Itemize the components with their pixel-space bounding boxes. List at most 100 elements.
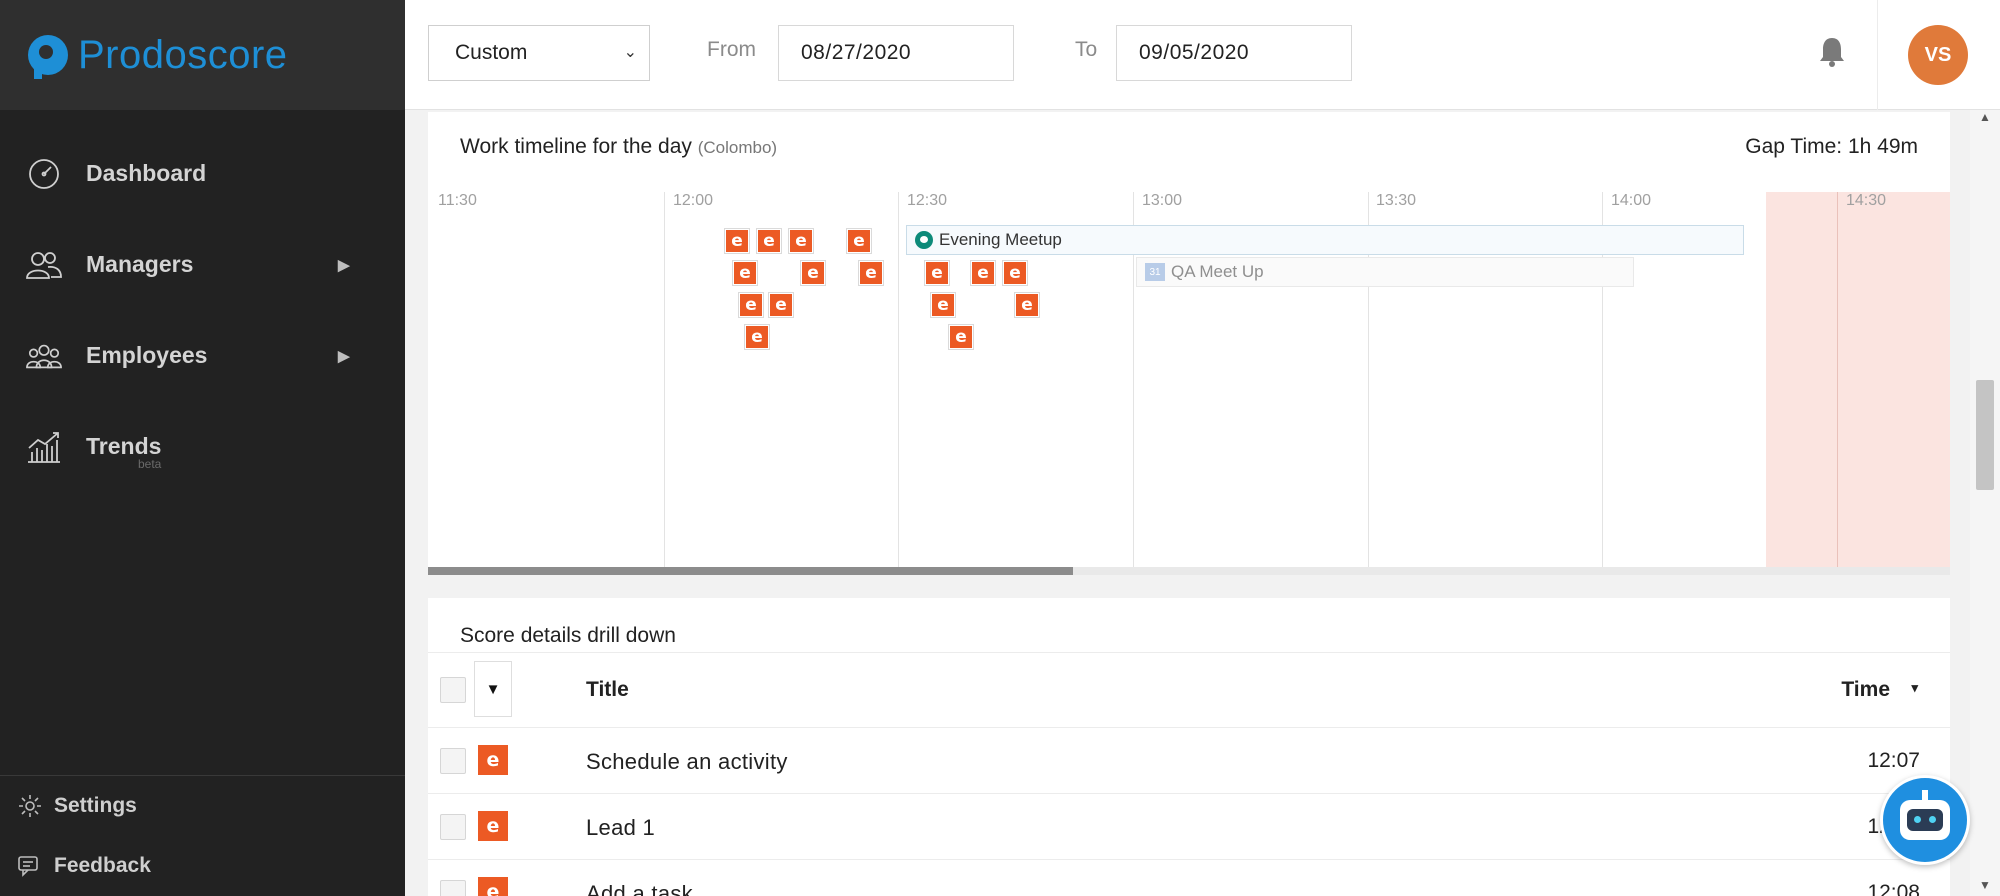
activity-app-icon: e <box>726 230 748 252</box>
sidebar-item-trends[interactable]: Trends beta <box>0 401 405 492</box>
row-checkbox[interactable] <box>440 748 466 774</box>
hour-label: 14:30 <box>1846 192 1887 209</box>
table-header: ▼ Title Time ▾ <box>428 652 1950 728</box>
sidebar-bottom: Settings Feedback <box>0 775 405 896</box>
sidebar-item-label: Dashboard <box>86 160 207 186</box>
avatar[interactable]: VS <box>1908 25 1968 85</box>
timeline-activity-icon[interactable]: e <box>788 228 814 254</box>
table-row[interactable]: e Schedule an activity 12:07 <box>428 729 1950 794</box>
logo[interactable]: Prodoscore <box>0 0 405 110</box>
timeline-title: Work timeline for the day (Colombo) <box>460 135 778 158</box>
timeline-activity-icon[interactable]: e <box>858 260 884 286</box>
activity-app-icon: e <box>950 326 972 348</box>
bulk-action-dropdown[interactable]: ▼ <box>474 661 512 717</box>
caret-down-icon: ▼ <box>485 680 501 698</box>
row-time: 12:08 <box>1867 881 1920 896</box>
feedback-link[interactable]: Feedback <box>0 836 405 896</box>
sidebar-item-dashboard[interactable]: Dashboard <box>0 128 405 219</box>
chevron-right-icon: ▶ <box>338 347 350 365</box>
drilldown-title: Score details drill down <box>460 624 676 647</box>
off-hours-zone <box>1766 192 1950 567</box>
column-title[interactable]: Title <box>586 678 629 702</box>
scrollbar-thumb[interactable] <box>428 567 1073 575</box>
timeline-activity-icon[interactable]: e <box>744 324 770 350</box>
timeline-activity-icon[interactable]: e <box>930 292 956 318</box>
chevron-down-icon: ⌄ <box>623 44 637 61</box>
hour-label: 11:30 <box>438 192 477 209</box>
gridline <box>898 192 899 567</box>
calendar-icon: 31 <box>1145 263 1165 281</box>
timeline-activity-icon[interactable]: e <box>1002 260 1028 286</box>
off-hours-gridline <box>1837 192 1838 567</box>
to-date-input[interactable]: 09/05/2020 <box>1116 25 1352 81</box>
trends-icon <box>26 429 62 465</box>
gear-icon <box>19 795 41 817</box>
topbar-divider <box>1877 0 1878 110</box>
chatbot-button[interactable] <box>1880 775 1970 865</box>
activity-app-icon: e <box>478 745 508 775</box>
row-title: Lead 1 <box>586 815 656 840</box>
row-checkbox[interactable] <box>440 814 466 840</box>
meeting-qa-meet-up[interactable]: 31 QA Meet Up <box>1136 257 1634 287</box>
table-row[interactable]: e Add a task 12:08 <box>428 861 1950 896</box>
timeline-activity-icon[interactable]: e <box>846 228 872 254</box>
row-checkbox[interactable] <box>440 880 466 896</box>
activity-app-icon: e <box>932 294 954 316</box>
sidebar-item-employees[interactable]: Employees ▶ <box>0 310 405 401</box>
sort-desc-icon[interactable]: ▾ <box>1911 680 1918 696</box>
timeline-activity-icon[interactable]: e <box>970 260 996 286</box>
activity-app-icon: e <box>972 262 994 284</box>
sidebar-item-managers[interactable]: Managers ▶ <box>0 219 405 310</box>
select-all-checkbox[interactable] <box>440 677 466 703</box>
timeline-activity-icon[interactable]: e <box>948 324 974 350</box>
timeline-activity-icon[interactable]: e <box>924 260 950 286</box>
settings-link[interactable]: Settings <box>0 776 405 836</box>
activity-app-icon: e <box>860 262 882 284</box>
timeline-activity-icon[interactable]: e <box>756 228 782 254</box>
hour-label: 13:00 <box>1142 192 1183 209</box>
column-time[interactable]: Time <box>1841 678 1890 702</box>
hour-label: 13:30 <box>1376 192 1417 209</box>
employees-icon <box>26 338 62 374</box>
robot-icon <box>1900 790 1950 840</box>
activity-app-icon: e <box>802 262 824 284</box>
timeline-horizontal-scrollbar[interactable] <box>428 567 1950 575</box>
bell-icon[interactable] <box>1817 35 1847 74</box>
date-range-select[interactable]: Custom ⌄ <box>428 25 650 81</box>
activity-app-icon: e <box>790 230 812 252</box>
gridline <box>664 192 665 567</box>
timeline-activity-icon[interactable]: e <box>732 260 758 286</box>
activity-app-icon: e <box>758 230 780 252</box>
hour-label: 12:30 <box>907 192 948 209</box>
topbar: Custom ⌄ From 08/27/2020 To 09/05/2020 V… <box>405 0 2000 110</box>
meeting-evening-meetup[interactable]: Evening Meetup <box>906 225 1744 255</box>
table-row[interactable]: e Lead 1 12:07 <box>428 795 1950 860</box>
timeline-timezone: (Colombo) <box>697 138 778 157</box>
settings-label: Settings <box>54 794 137 817</box>
timeline-activity-icon[interactable]: e <box>738 292 764 318</box>
work-timeline-card: Work timeline for the day (Colombo) Gap … <box>428 112 1950 575</box>
scrollbar-thumb[interactable] <box>1976 380 1994 490</box>
from-date-input[interactable]: 08/27/2020 <box>778 25 1014 81</box>
row-time: 12:07 <box>1867 749 1920 772</box>
timeline-activity-icon[interactable]: e <box>768 292 794 318</box>
feedback-icon <box>18 856 38 877</box>
scroll-up-icon[interactable]: ▲ <box>1970 110 2000 124</box>
from-label: From <box>707 38 756 61</box>
activity-app-icon: e <box>734 262 756 284</box>
hour-label: 12:00 <box>673 192 714 209</box>
gauge-icon <box>26 156 62 192</box>
page-vertical-scrollbar[interactable]: ▲ ▼ <box>1970 110 2000 896</box>
meeting-label: QA Meet Up <box>1171 262 1264 281</box>
app-name: Prodoscore <box>78 32 288 77</box>
activity-app-icon: e <box>1004 262 1026 284</box>
timeline-activity-icon[interactable]: e <box>1014 292 1040 318</box>
timeline-activity-icon[interactable]: e <box>800 260 826 286</box>
activity-app-icon: e <box>848 230 870 252</box>
timeline-activity-icon[interactable]: e <box>724 228 750 254</box>
sidebar-item-label: Managers <box>86 251 194 277</box>
scroll-down-icon[interactable]: ▼ <box>1970 878 2000 892</box>
feedback-label: Feedback <box>54 854 151 877</box>
score-drilldown-card: Score details drill down ▼ Title Time ▾ … <box>428 598 1950 896</box>
activity-app-icon: e <box>478 877 508 896</box>
